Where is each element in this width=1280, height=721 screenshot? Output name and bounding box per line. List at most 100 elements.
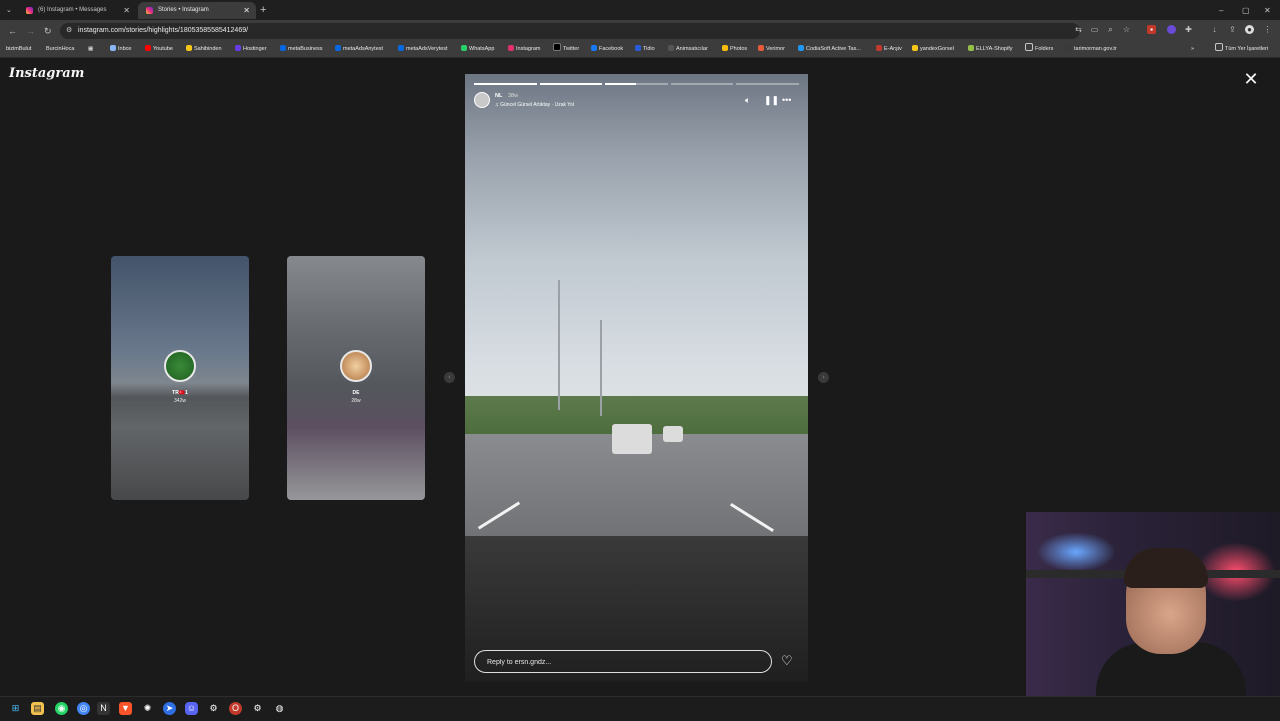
meta-icon	[335, 45, 341, 51]
bookmark-item[interactable]: metaAdsAnytest	[335, 42, 383, 57]
obs-icon[interactable]: ◍	[273, 702, 286, 715]
new-tab-icon[interactable]: +	[260, 2, 266, 19]
bookmark-item[interactable]: tarimorman.gov.tr	[1066, 42, 1117, 57]
story-progress-segment	[670, 83, 734, 85]
extension-profile-icon[interactable]	[1167, 25, 1176, 34]
bookmark-item[interactable]: CodiaSoft Active Tas...	[798, 42, 861, 57]
bookmark-label: Animsatıcılar	[676, 46, 708, 52]
reload-icon[interactable]: ↻	[44, 24, 52, 38]
notion-icon[interactable]: N	[97, 702, 110, 715]
light-glow	[1036, 532, 1116, 572]
all-bookmarks[interactable]: Tüm Yer İşaretleri	[1215, 42, 1268, 57]
reply-input[interactable]	[485, 655, 759, 670]
address-bar[interactable]: ⚙ instagram.com/stories/highlights/18053…	[60, 23, 1080, 39]
tab-stories-instagram[interactable]: Stories • Instagram ✕	[138, 2, 256, 19]
bookmark-item[interactable]: Sahibinden	[186, 42, 222, 57]
close-tab-icon[interactable]: ✕	[123, 2, 130, 19]
cast-icon[interactable]: ▭	[1090, 25, 1099, 34]
zoom-icon[interactable]: ⌕	[1106, 25, 1115, 34]
story-progress-fill	[539, 83, 603, 85]
story-preview-de[interactable]: DE 28w	[287, 256, 425, 500]
tab-instagram-messages[interactable]: (6) Instagram • Messages ✕	[18, 2, 136, 19]
bookmark-item[interactable]: Animsatıcılar	[668, 42, 708, 57]
bookmark-item[interactable]: Hostinger	[235, 42, 267, 57]
bookmark-item[interactable]: bizimBulut	[6, 42, 31, 57]
app-icon[interactable]: ⚙	[207, 702, 220, 715]
bookmark-item[interactable]: Tidio	[635, 42, 655, 57]
bookmark-item[interactable]: E-Arşiv	[876, 42, 902, 57]
instagram-logo[interactable]: Instagram	[9, 66, 84, 81]
translate-icon[interactable]: ⇆	[1074, 25, 1083, 34]
close-icon[interactable]: ✕	[1242, 70, 1260, 88]
highlight-avatar	[164, 350, 196, 382]
bookmark-item[interactable]: Folders	[1025, 42, 1053, 57]
person-hair	[1124, 548, 1208, 588]
bookmark-item[interactable]: Facebook	[591, 42, 623, 57]
bookmark-star-icon[interactable]: ☆	[1122, 25, 1131, 34]
story-song[interactable]: ♫ Güncel Gürsel Artıktay · Uzak Yol	[495, 102, 574, 108]
discord-icon[interactable]: ☺	[185, 702, 198, 715]
bookmark-item[interactable]: metaBusiness	[280, 42, 323, 57]
bookmark-label: Tidio	[643, 46, 655, 52]
brave-icon[interactable]: ▼	[119, 702, 132, 715]
bookmark-item[interactable]: BurcinHoca	[46, 42, 74, 57]
openai-icon[interactable]: ✺	[141, 702, 154, 715]
bookmark-item[interactable]: Youtube	[145, 42, 173, 57]
bookmark-item[interactable]: Twitter	[553, 42, 579, 57]
tab-search-icon[interactable]: ⌄	[6, 2, 12, 19]
extension-icon[interactable]: ▪	[1147, 25, 1156, 34]
like-heart-icon[interactable]: ♡	[781, 652, 793, 670]
site-info-icon[interactable]: ⚙	[66, 23, 72, 39]
story-username[interactable]: NL	[495, 93, 502, 99]
more-icon[interactable]: •••	[782, 95, 791, 105]
previous-story-icon[interactable]: ‹	[444, 372, 455, 383]
bookmark-item[interactable]: metaAdsVerytest	[398, 42, 448, 57]
bookmark-item[interactable]: ELLYA-Shopify	[968, 42, 1012, 57]
opera-icon[interactable]: O	[229, 702, 242, 715]
globe-icon	[1066, 45, 1072, 51]
pause-icon[interactable]: ❚❚	[764, 95, 779, 105]
lamp-pole	[600, 320, 602, 416]
telegram-icon[interactable]: ➤	[163, 702, 176, 715]
bookmark-item[interactable]: yandexGorsel	[912, 42, 954, 57]
reply-box[interactable]	[474, 650, 772, 673]
back-icon[interactable]: ←	[8, 24, 17, 38]
windows-start-icon[interactable]: ⊞	[9, 702, 22, 715]
close-window-icon[interactable]: ✕	[1264, 2, 1271, 19]
bookmark-item[interactable]: Instagram	[508, 42, 540, 57]
extensions-puzzle-icon[interactable]: ✚	[1184, 25, 1193, 34]
next-story-icon[interactable]: ›	[818, 372, 829, 383]
forward-icon[interactable]: →	[26, 24, 35, 38]
maximize-icon[interactable]: ▢	[1242, 2, 1250, 19]
chrome-icon[interactable]: ◎	[77, 702, 90, 715]
bookmark-item[interactable]: Photos	[722, 42, 747, 57]
story-media-sky	[465, 74, 808, 414]
profile-avatar-icon[interactable]: ●	[1245, 25, 1254, 34]
more-bookmarks-icon[interactable]: »	[1191, 42, 1194, 57]
story-user-avatar[interactable]	[474, 92, 490, 108]
apps-grid-icon[interactable]: ▦	[88, 42, 93, 57]
bookmark-item[interactable]: Inbox	[110, 42, 131, 57]
x-twitter-icon	[553, 43, 561, 51]
minimize-icon[interactable]: –	[1219, 2, 1223, 19]
sahibinden-icon	[186, 45, 192, 51]
bookmark-label: BurcinHoca	[46, 46, 75, 52]
tab-title: (6) Instagram • Messages	[38, 7, 107, 13]
inbox-icon	[110, 45, 116, 51]
close-tab-icon[interactable]: ✕	[243, 2, 250, 19]
settings-icon[interactable]: ⚙	[251, 702, 264, 715]
whatsapp-app-icon[interactable]: ◉	[55, 702, 68, 715]
menu-kebab-icon[interactable]: ⋮	[1263, 25, 1272, 34]
lamp-pole	[558, 280, 560, 410]
bookmark-item[interactable]: Verimor	[758, 42, 785, 57]
file-explorer-icon[interactable]: ▤	[31, 702, 44, 715]
download-icon[interactable]: ↓	[1210, 25, 1219, 34]
share-icon[interactable]: ⇪	[1228, 25, 1237, 34]
story-preview-tr[interactable]: TR🇹🇷1 342w	[111, 256, 249, 500]
bookmarks-bar: bizimBulut BurcinHoca ▦ Inbox Youtube Sa…	[0, 42, 1280, 58]
story-progress-segment	[736, 83, 799, 85]
story-progress-fill	[605, 83, 637, 85]
bookmark-item[interactable]: WhatsApp	[461, 42, 494, 57]
story-viewer[interactable]: NL 38w ♫ Güncel Gürsel Artıktay · Uzak Y…	[465, 74, 808, 682]
mute-icon[interactable]: 🔈︎	[745, 95, 750, 105]
